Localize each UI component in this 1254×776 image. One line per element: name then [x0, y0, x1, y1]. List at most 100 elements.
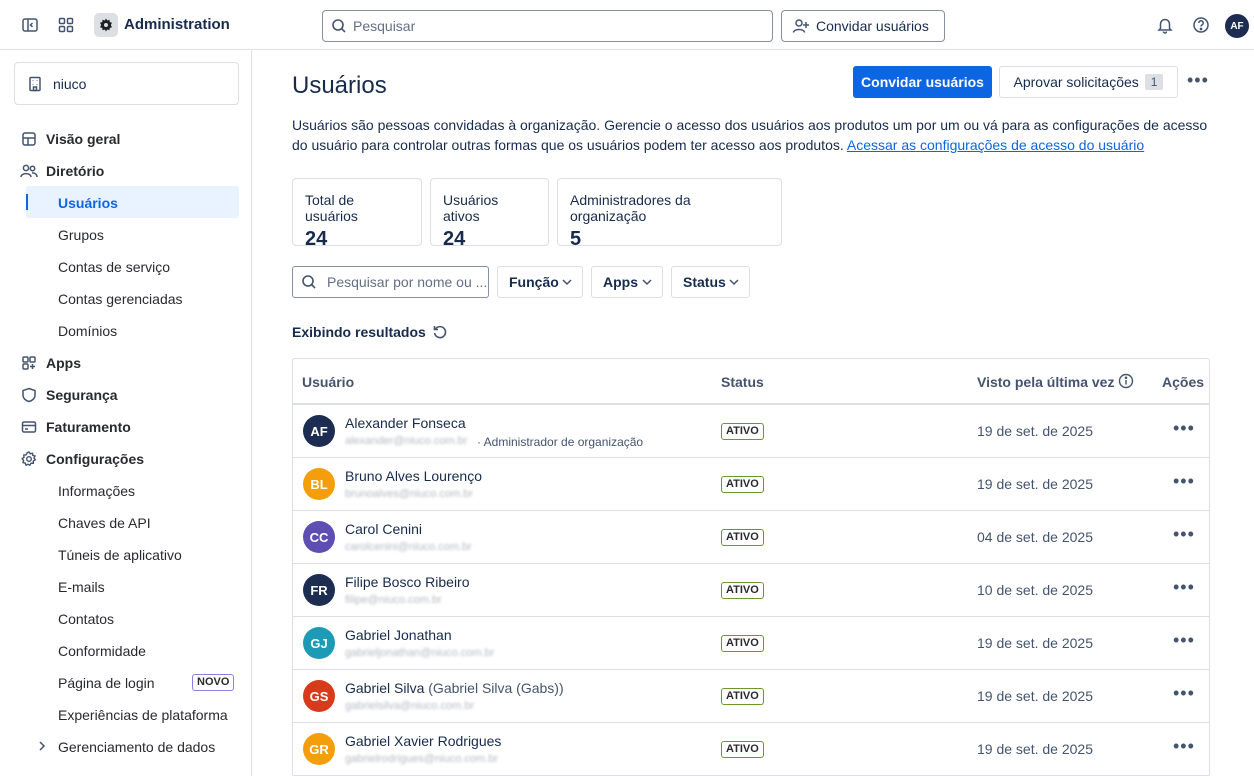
- help-icon[interactable]: [1189, 13, 1213, 37]
- user-full-name: Filipe Bosco Ribeiro: [345, 574, 470, 590]
- user-name[interactable]: Carol Cenini: [345, 521, 422, 537]
- user-avatar[interactable]: AF: [1225, 14, 1249, 38]
- user-search-input[interactable]: Pesquisar por nome ou ...: [292, 266, 489, 298]
- table-row[interactable]: GR Gabriel Xavier Rodrigues gabrielrodri…: [293, 723, 1209, 776]
- stat-label: Usuários ativos: [443, 192, 499, 224]
- user-name[interactable]: Gabriel Xavier Rodrigues: [345, 733, 501, 749]
- sidebar-item-faturamento[interactable]: Faturamento: [0, 410, 251, 442]
- sidebar-item-configuracoes[interactable]: Configurações: [0, 442, 251, 474]
- row-actions-more-icon[interactable]: •••: [1173, 630, 1195, 651]
- sidebar-item-label: Chaves de API: [58, 515, 151, 531]
- user-name[interactable]: Gabriel Jonathan: [345, 627, 452, 643]
- sidebar-item-label: E-mails: [58, 579, 105, 595]
- notifications-bell-icon[interactable]: [1153, 13, 1177, 37]
- sidebar-item-tuneis-de-aplicativo[interactable]: Túneis de aplicativo: [0, 538, 251, 570]
- sidebar-item-contatos[interactable]: Contatos: [0, 602, 251, 634]
- sidebar-item-diretorio[interactable]: Diretório: [0, 154, 251, 186]
- sidebar-item-visao-geral[interactable]: Visão geral: [0, 122, 251, 154]
- user-email: gabrielrodrigues@niuco.com.br: [345, 753, 499, 765]
- sidebar-item-contas-gerenciadas[interactable]: Contas gerenciadas: [0, 282, 251, 314]
- user-full-name: Alexander Fonseca: [345, 415, 466, 431]
- user-email: gabrieljonathan@niuco.com.br: [345, 647, 495, 659]
- sidebar-item-dominios[interactable]: Domínios: [0, 314, 251, 346]
- app-title[interactable]: Administration: [124, 16, 230, 33]
- row-actions-more-icon[interactable]: •••: [1173, 577, 1195, 598]
- info-icon[interactable]: [1118, 373, 1134, 389]
- sidebar-item-grupos[interactable]: Grupos: [0, 218, 251, 250]
- access-settings-link[interactable]: Acessar as configurações de acesso do us…: [847, 137, 1144, 153]
- invite-users-button[interactable]: Convidar usuários: [853, 66, 992, 98]
- status-badge: ATIVO: [721, 635, 764, 652]
- org-name: niuco: [53, 75, 87, 92]
- table-row[interactable]: GS Gabriel Silva (Gabriel Silva (Gabs)) …: [293, 670, 1209, 723]
- row-actions-more-icon[interactable]: •••: [1173, 736, 1195, 757]
- last-seen-date: 19 de set. de 2025: [977, 741, 1093, 757]
- approve-requests-label: Aprovar solicitações: [1013, 74, 1139, 90]
- approve-requests-button[interactable]: Aprovar solicitações 1: [999, 66, 1178, 98]
- row-actions-more-icon[interactable]: •••: [1173, 683, 1195, 704]
- sidebar-item-gerenciamento-de-dados[interactable]: Gerenciamento de dados: [0, 730, 251, 762]
- table-row[interactable]: FR Filipe Bosco Ribeiro filipe@niuco.com…: [293, 564, 1209, 617]
- column-header-status[interactable]: Status: [721, 374, 764, 390]
- last-seen-date: 19 de set. de 2025: [977, 476, 1093, 492]
- row-actions-more-icon[interactable]: •••: [1173, 471, 1195, 492]
- sidebar-item-pagina-de-login[interactable]: Página de login NOVO: [0, 666, 251, 698]
- column-header-last-seen[interactable]: Visto pela última vez: [977, 374, 1114, 390]
- refresh-icon[interactable]: [432, 324, 448, 340]
- user-full-name: Bruno Alves Lourenço: [345, 468, 482, 484]
- admin-logo-icon[interactable]: [94, 13, 118, 37]
- table-row[interactable]: GJ Gabriel Jonathan gabrieljonathan@niuc…: [293, 617, 1209, 670]
- status-badge: ATIVO: [721, 582, 764, 599]
- sidebar-item-chaves-de-api[interactable]: Chaves de API: [0, 506, 251, 538]
- top-invite-users-button[interactable]: Convidar usuários: [781, 10, 945, 42]
- table-row[interactable]: AF Alexander Fonseca alexander@niuco.com…: [293, 405, 1209, 458]
- filter-apps-dropdown[interactable]: Apps: [591, 266, 663, 298]
- sidebar-item-emails[interactable]: E-mails: [0, 570, 251, 602]
- stat-label: Total de usuários: [305, 192, 358, 224]
- sidebar-item-label: Conformidade: [58, 643, 146, 659]
- sidebar-item-contas-de-servico[interactable]: Contas de serviço: [0, 250, 251, 282]
- user-name[interactable]: Gabriel Silva (Gabriel Silva (Gabs)): [345, 680, 564, 696]
- user-name[interactable]: Alexander Fonseca: [345, 415, 466, 431]
- column-header-user[interactable]: Usuário: [302, 374, 354, 390]
- chevron-right-icon[interactable]: [36, 739, 48, 755]
- user-avatar: GR: [303, 733, 335, 765]
- user-role: · Administrador de organização: [477, 435, 644, 449]
- sidebar-item-informacoes[interactable]: Informações: [0, 474, 251, 506]
- sidebar-item-usuarios[interactable]: Usuários: [0, 186, 251, 218]
- user-email: alexander@niuco.com.br: [345, 435, 468, 447]
- filter-status-dropdown[interactable]: Status: [671, 266, 750, 298]
- org-switcher[interactable]: niuco: [14, 62, 239, 105]
- sidebar-item-seguranca[interactable]: Segurança: [0, 378, 251, 410]
- chevron-down-icon: [562, 279, 572, 286]
- last-seen-date: 19 de set. de 2025: [977, 688, 1093, 704]
- sidebar-item-label: Contas gerenciadas: [58, 291, 183, 307]
- user-name[interactable]: Filipe Bosco Ribeiro: [345, 574, 470, 590]
- sidebar-item-experiencias-de-plataforma[interactable]: Experiências de plataforma: [0, 698, 251, 730]
- stat-value: 5: [570, 228, 582, 250]
- table-row[interactable]: CC Carol Cenini carolcenini@niuco.com.br…: [293, 511, 1209, 564]
- global-search-input[interactable]: Pesquisar: [322, 10, 773, 42]
- sidebar: niuco Visão geral Diretório Usuários Gru…: [0, 50, 252, 776]
- sidebar-item-label: Faturamento: [46, 419, 131, 435]
- page-title: Usuários: [292, 72, 387, 99]
- row-actions-more-icon[interactable]: •••: [1173, 524, 1195, 545]
- user-name[interactable]: Bruno Alves Lourenço: [345, 468, 482, 484]
- stat-active-users: Usuários ativos 24: [430, 178, 549, 250]
- user-avatar: BL: [303, 468, 335, 500]
- row-actions-more-icon[interactable]: •••: [1173, 418, 1195, 439]
- user-full-name: Carol Cenini: [345, 521, 423, 537]
- approve-count-badge: 1: [1144, 74, 1164, 90]
- sidebar-item-apps[interactable]: Apps: [0, 346, 251, 378]
- filter-role-dropdown[interactable]: Função: [497, 266, 583, 298]
- stat-total-users: Total de usuários 24: [292, 178, 422, 250]
- status-badge: ATIVO: [721, 741, 764, 758]
- table-row[interactable]: BL Bruno Alves Lourenço brunoalves@niuco…: [293, 458, 1209, 511]
- page-description: Usuários são pessoas convidadas à organi…: [292, 115, 1212, 155]
- sidebar-item-conformidade[interactable]: Conformidade: [0, 634, 251, 666]
- sidebar-toggle-icon[interactable]: [18, 13, 42, 37]
- app-switcher-icon[interactable]: [54, 13, 78, 37]
- sidebar-item-label: Domínios: [58, 323, 118, 339]
- more-options-icon[interactable]: •••: [1187, 70, 1209, 91]
- shield-icon: [20, 386, 38, 404]
